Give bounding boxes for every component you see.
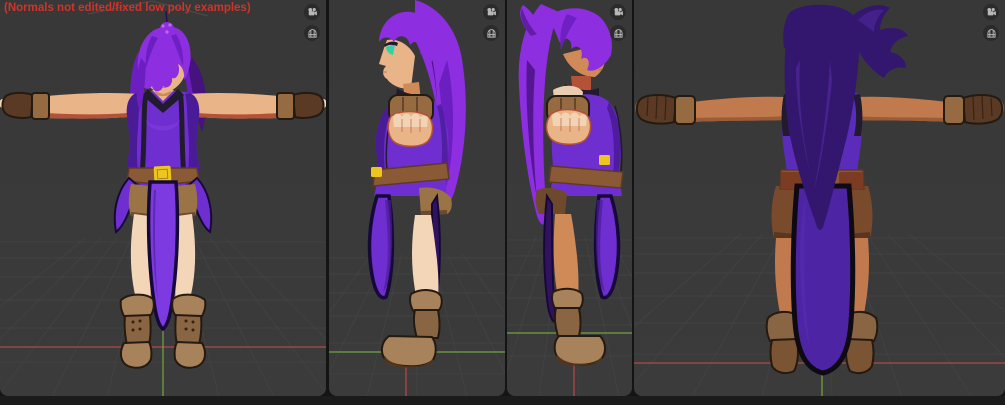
character-model-side-right[interactable] [518,4,624,366]
viewport-gizmos [304,4,320,41]
camera-view-icon[interactable] [304,4,320,20]
perspective-grid-icon[interactable] [304,25,320,41]
viewport-panel-back[interactable] [634,0,1005,396]
viewport-gizmos [610,4,626,41]
blender-multi-viewport: (Normals not edited/fixed low poly examp… [0,0,1005,405]
camera-view-icon[interactable] [983,4,999,20]
viewport-gizmos [983,4,999,41]
character-model-side-left[interactable] [367,0,466,368]
camera-view-icon[interactable] [483,4,499,20]
character-model-front[interactable] [0,10,326,369]
window-bottom-bar [0,396,1005,405]
perspective-grid-icon[interactable] [483,25,499,41]
viewport-gizmos [483,4,499,41]
viewport-panel-side-left[interactable] [329,0,505,396]
annotation-note: (Normals not edited/fixed low poly examp… [4,2,251,14]
viewport-panel-front[interactable]: (Normals not edited/fixed low poly examp… [0,0,326,396]
perspective-grid-icon[interactable] [610,25,626,41]
viewport-panel-side-right[interactable] [507,0,632,396]
camera-view-icon[interactable] [610,4,626,20]
perspective-grid-icon[interactable] [983,25,999,41]
